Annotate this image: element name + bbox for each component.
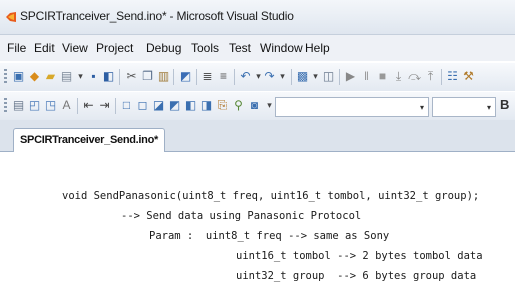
font-size-combo[interactable]: ▾ xyxy=(432,97,496,117)
design-icon[interactable]: ◰ xyxy=(27,98,42,113)
code-line: uint32_t group --> 6 bytes group data xyxy=(236,270,477,282)
menu-edit[interactable]: Edit xyxy=(34,41,55,55)
code-editor[interactable]: void SendPanasonic(uint8_t freq, uint16_… xyxy=(0,152,515,306)
toolbar-separator xyxy=(115,98,116,114)
toolbar-separator xyxy=(119,69,120,85)
visual-studio-icon xyxy=(6,12,16,22)
redo-dropdown-icon[interactable]: ▾ xyxy=(275,69,290,84)
save-icon[interactable]: ▪ xyxy=(86,69,101,84)
next-bookmark-icon[interactable]: ◩ xyxy=(167,98,182,113)
chevron-down-icon[interactable]: ▾ xyxy=(483,98,495,116)
align-left-icon[interactable]: ≣ xyxy=(200,69,215,84)
indent-icon[interactable]: ⇥ xyxy=(97,98,112,113)
open-folder-icon[interactable]: ▰ xyxy=(43,69,58,84)
toolbar-separator xyxy=(441,69,442,85)
step-into-icon[interactable]: ⤓ xyxy=(391,69,406,84)
formatting-toolbar: ▤ ◰ ◳ A ⇤ ⇥ □ ◻ ◪ ◩ ◧ ◨ ⎘ ⚲ ◙ ▾ ▾ ▾ B xyxy=(0,91,515,121)
code-line: void SendPanasonic(uint8_t freq, uint16_… xyxy=(62,190,480,202)
toolbar-separator xyxy=(234,69,235,85)
code-line: uint16_t tombol --> 2 bytes tombol data xyxy=(236,250,483,262)
stop-icon[interactable]: ■ xyxy=(375,69,390,84)
prev-bookmark-icon[interactable]: ◧ xyxy=(183,98,198,113)
menu-test[interactable]: Test xyxy=(229,41,251,55)
menu-debug[interactable]: Debug xyxy=(146,41,181,55)
bold-button[interactable]: B xyxy=(500,97,509,112)
standard-toolbar: ▣ ◆ ▰ ▤ ▾ ▪ ◧ ✂ ❐ ▥ ◩ ≣ ≡ ↶ ▾ ↷ ▾ ▩ ▾ ◫ … xyxy=(0,62,515,92)
toolbar-grip[interactable] xyxy=(4,98,7,114)
toolbar-grip[interactable] xyxy=(4,69,7,85)
attach-icon[interactable]: ⎘ xyxy=(215,98,230,113)
view-icon[interactable]: ◙ xyxy=(247,98,262,113)
toolbar-separator xyxy=(173,69,174,85)
tab-spcirtranceiver-send[interactable]: SPCIRTranceiver_Send.ino* xyxy=(13,128,165,152)
menu-tools[interactable]: Tools xyxy=(191,41,219,55)
solution-config-icon[interactable]: ◫ xyxy=(321,69,336,84)
menu-help[interactable]: Help xyxy=(305,41,330,55)
title-bar: SPCIRTranceiver_Send.ino* - Microsoft Vi… xyxy=(0,0,515,35)
code-line: --> Send data using Panasonic Protocol xyxy=(121,210,362,222)
chevron-down-icon[interactable]: ▾ xyxy=(416,98,428,116)
toolbar-separator xyxy=(77,98,78,114)
outdent-icon[interactable]: ⇤ xyxy=(81,98,96,113)
pause-icon[interactable]: ‖ xyxy=(359,69,374,84)
step-over-icon[interactable]: ⤼ xyxy=(407,69,422,84)
paste-icon[interactable]: ▥ xyxy=(156,69,171,84)
menu-bar: File Edit View Project Debug Tools Test … xyxy=(0,35,515,61)
document-tabs: SPCIRTranceiver_Send.ino* xyxy=(0,120,515,152)
properties-icon[interactable]: ☷ xyxy=(445,69,460,84)
start-debug-icon[interactable]: ▶ xyxy=(343,69,358,84)
menu-file[interactable]: File xyxy=(7,41,26,55)
style-combo[interactable]: ▾ xyxy=(275,97,429,117)
code-line: Param : uint8_t freq --> same as Sony xyxy=(149,230,390,242)
menu-window[interactable]: Window xyxy=(260,41,303,55)
zoom-icon[interactable]: ⚲ xyxy=(231,98,246,113)
clear-bookmarks-icon[interactable]: ◨ xyxy=(199,98,214,113)
toolbox-icon[interactable]: ⚒ xyxy=(461,69,476,84)
format-icon[interactable]: A xyxy=(59,98,74,113)
cut-icon[interactable]: ✂ xyxy=(124,69,139,84)
uncomment-icon[interactable]: ◻ xyxy=(135,98,150,113)
toolbar-separator xyxy=(196,69,197,85)
step-out-icon[interactable]: ⤒ xyxy=(423,69,438,84)
align-right-icon[interactable]: ≡ xyxy=(216,69,231,84)
find-icon[interactable]: ◩ xyxy=(178,69,193,84)
new-project-icon[interactable]: ◆ xyxy=(27,69,42,84)
save-all-icon[interactable]: ◧ xyxy=(101,69,116,84)
window-title: SPCIRTranceiver_Send.ino* - Microsoft Vi… xyxy=(20,9,294,23)
menu-project[interactable]: Project xyxy=(96,41,133,55)
toolbar-separator xyxy=(291,69,292,85)
add-project-icon[interactable]: ▣ xyxy=(11,69,26,84)
copy-icon[interactable]: ❐ xyxy=(140,69,155,84)
menu-view[interactable]: View xyxy=(62,41,88,55)
toolbar-separator xyxy=(339,69,340,85)
split-icon[interactable]: ◳ xyxy=(43,98,58,113)
comment-icon[interactable]: □ xyxy=(119,98,134,113)
add-item-icon[interactable]: ▤ xyxy=(59,69,74,84)
html-view-icon[interactable]: ▤ xyxy=(11,98,26,113)
bookmark-icon[interactable]: ◪ xyxy=(151,98,166,113)
